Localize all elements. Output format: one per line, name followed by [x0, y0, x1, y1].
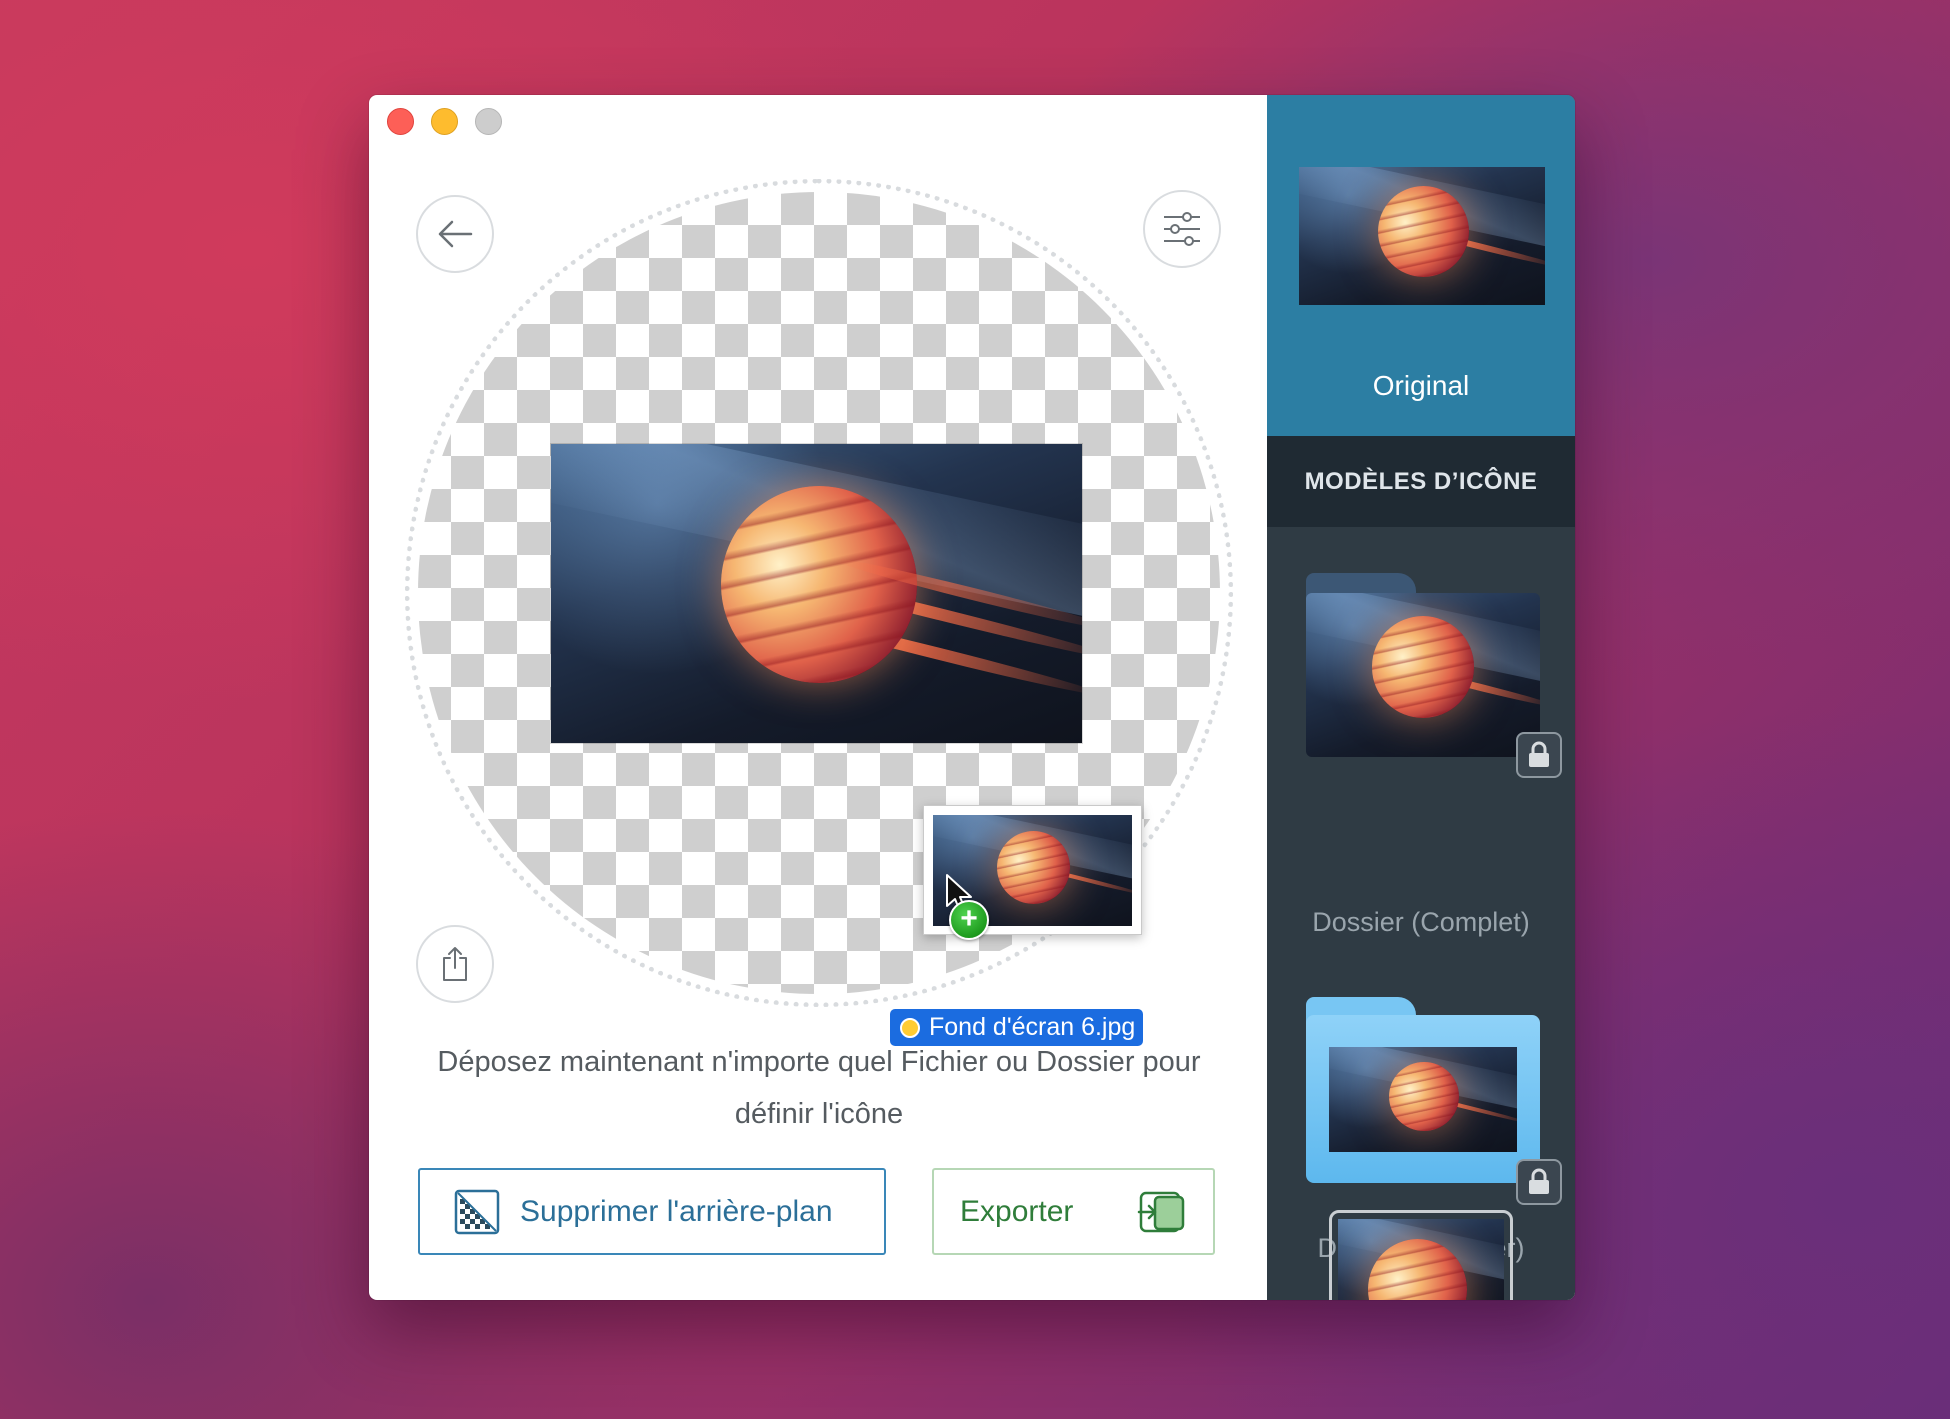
editor-pane: + Fond d'écran 6.jpg Déposez maintenant … [369, 95, 1267, 1300]
file-color-dot-icon [900, 1017, 920, 1038]
preview-image [551, 444, 1082, 743]
template-label: Dossier (Complet) [1312, 907, 1530, 937]
lock-icon [1516, 1159, 1562, 1205]
export-button[interactable]: Exporter [932, 1168, 1215, 1255]
app-window: + Fond d'écran 6.jpg Déposez maintenant … [369, 95, 1575, 1300]
remove-background-button[interactable]: Supprimer l'arrière-plan [418, 1168, 886, 1255]
back-button[interactable] [416, 195, 494, 273]
icon-templates-header: MODÈLES D’ICÔNE [1267, 436, 1575, 527]
share-button[interactable] [416, 925, 494, 1003]
drop-hint-line1: Déposez maintenant n'importe quel Fichie… [437, 1046, 1201, 1078]
drop-hint-line2: définir l'icône [734, 1098, 904, 1130]
template-folder-full[interactable]: Dossier (Complet) [1267, 527, 1575, 937]
settings-button[interactable] [1143, 190, 1221, 268]
lock-icon [1516, 732, 1562, 778]
template-partial[interactable] [1329, 1210, 1513, 1300]
folder-full-preview [1306, 593, 1540, 757]
arrow-left-icon [438, 220, 473, 248]
original-label: Original [1372, 370, 1470, 401]
original-thumbnail [1299, 167, 1545, 305]
folder-center-preview [1329, 1047, 1517, 1152]
checker-remove-icon [454, 1189, 500, 1234]
template-sidebar: Original MODÈLES D’ICÔNE Dossier (Comple… [1267, 95, 1575, 1300]
share-icon [443, 947, 467, 981]
sliders-icon [1164, 212, 1200, 246]
drop-hint: Déposez maintenant n'importe quel Fichie… [389, 1036, 1249, 1140]
remove-background-label: Supprimer l'arrière-plan [520, 1194, 833, 1228]
original-item[interactable]: Original [1267, 95, 1575, 436]
copy-plus-icon: + [949, 900, 989, 940]
export-label: Exporter [960, 1194, 1074, 1228]
partial-preview [1338, 1219, 1504, 1300]
export-icon [1137, 1191, 1185, 1232]
